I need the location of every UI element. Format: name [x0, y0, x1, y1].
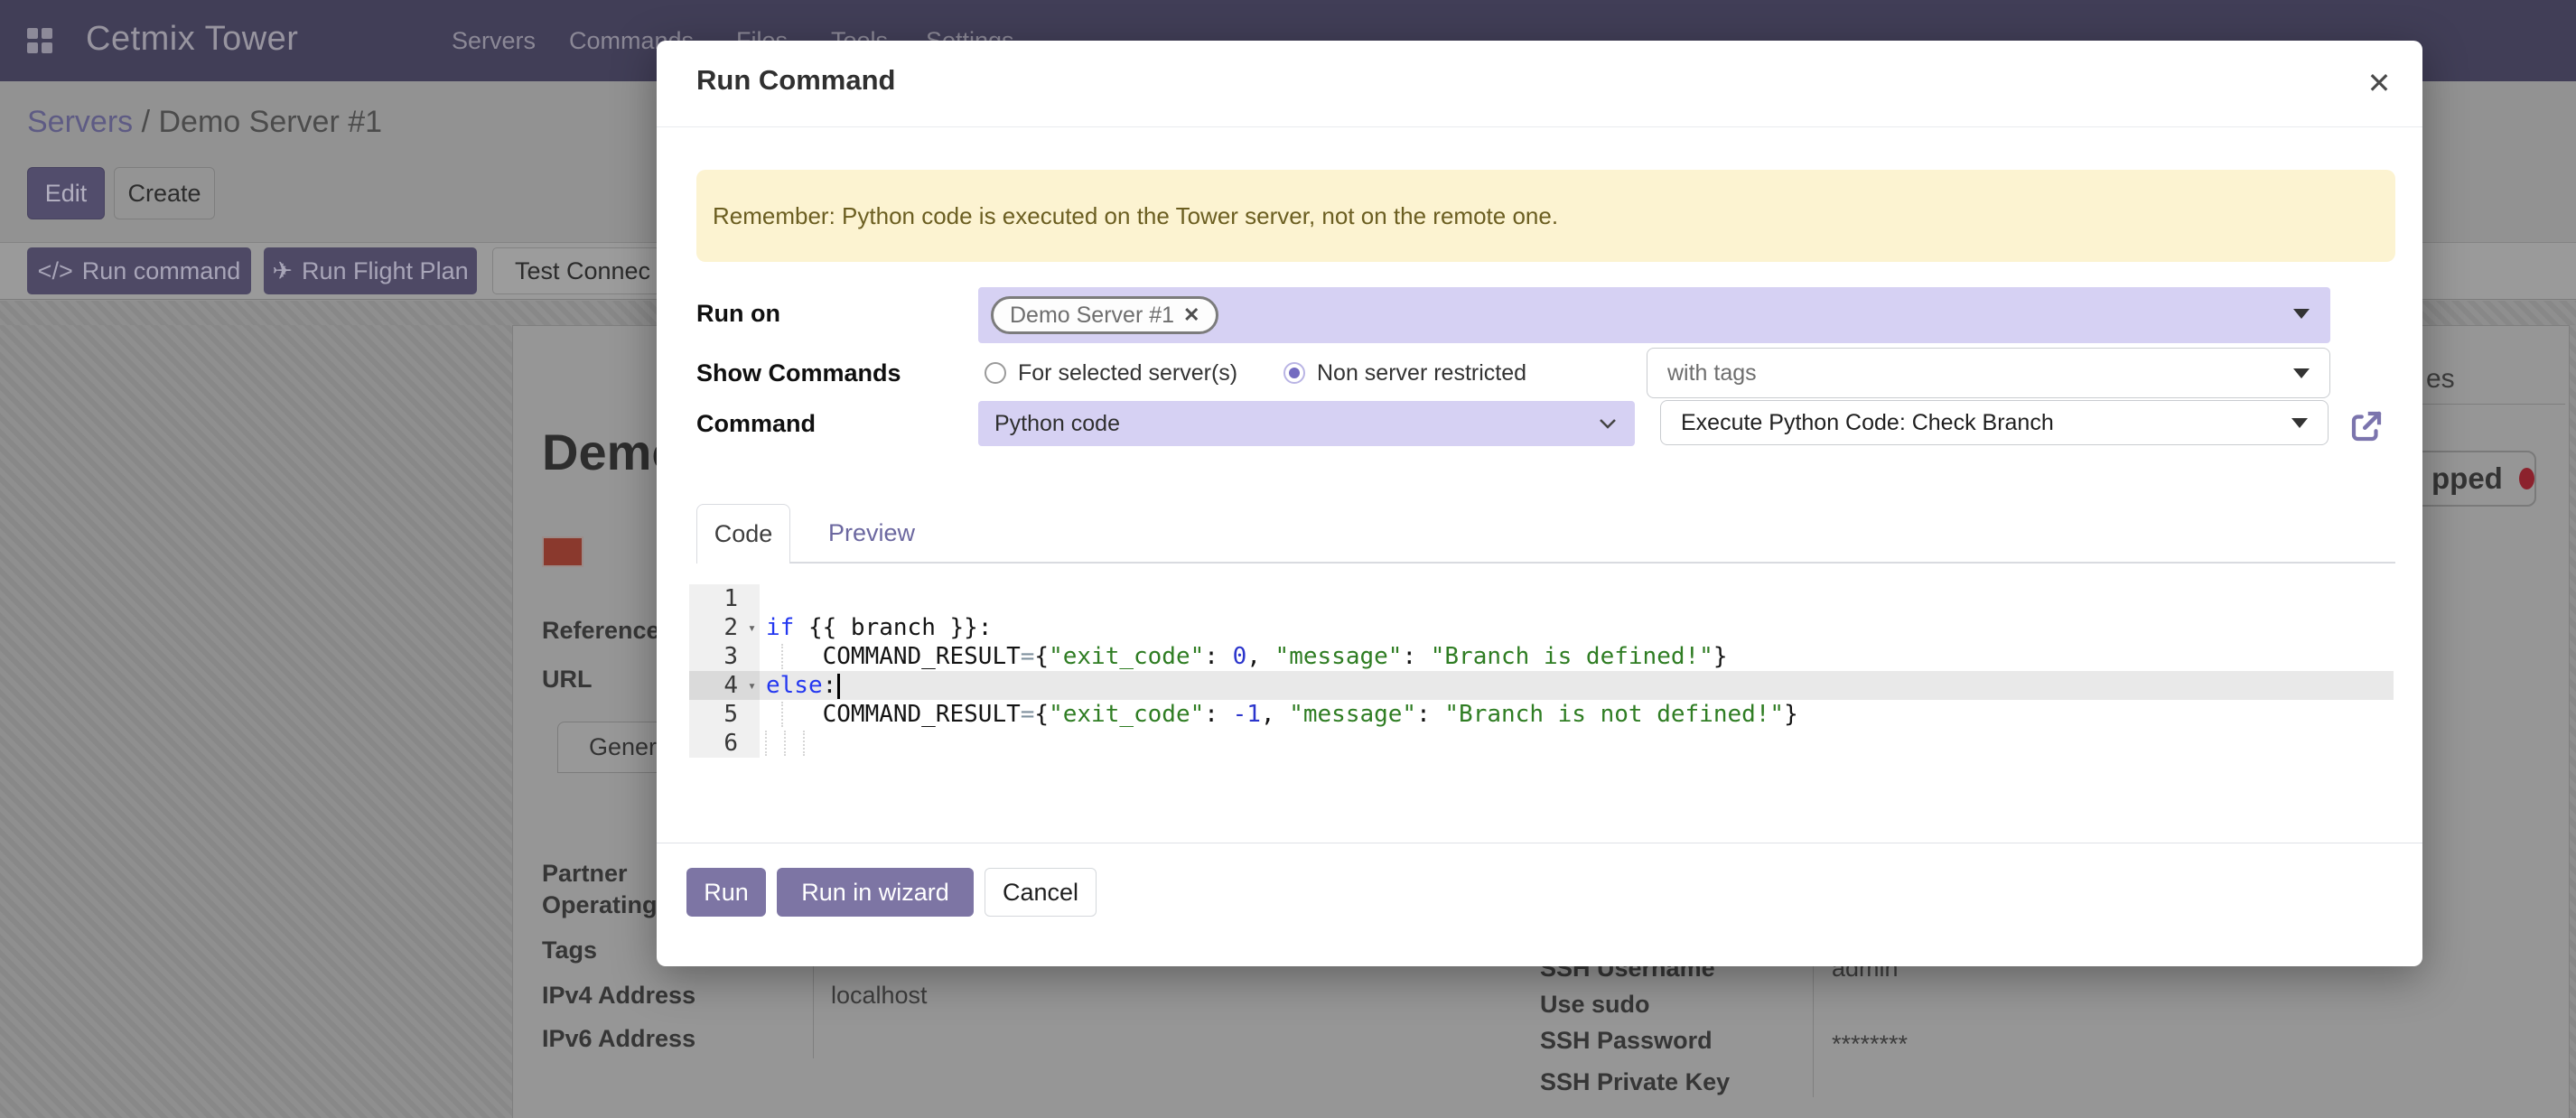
run-on-label: Run on	[696, 299, 780, 328]
edit-button[interactable]: Edit	[27, 167, 105, 219]
code-line-content: COMMAND_RESULT={"exit_code": 0, "message…	[760, 642, 2394, 671]
code-line-content: if {{ branch }}:	[760, 613, 2394, 642]
ipv6-label: IPv6 Address	[542, 1024, 695, 1053]
app-brand: Cetmix Tower	[86, 20, 298, 59]
command-type-select[interactable]: Python code	[978, 401, 1635, 446]
editor-line-5[interactable]: 5 COMMAND_RESULT={"exit_code": -1, "mess…	[689, 700, 2394, 729]
editor-line-6[interactable]: 6	[689, 729, 2394, 758]
url-label: URL	[542, 665, 593, 694]
line-number: 6	[689, 729, 760, 758]
with-tags-dropdown[interactable]: with tags	[1647, 348, 2330, 398]
run-flight-plan-button[interactable]: ✈ Run Flight Plan	[264, 247, 477, 294]
tab-bar-divider	[696, 562, 2395, 564]
editor-line-4[interactable]: 4▾else:	[689, 671, 2394, 700]
breadcrumb-current: Demo Server #1	[159, 105, 383, 139]
use-sudo-label: Use sudo	[1540, 990, 1650, 1019]
text-cursor	[837, 674, 840, 699]
indent-guide	[781, 644, 783, 669]
line-number: 4▾	[689, 671, 760, 700]
editor-line-1[interactable]: 1	[689, 584, 2394, 613]
tag-remove-icon[interactable]: ✕	[1183, 303, 1199, 327]
run-on-multiselect[interactable]: Demo Server #1 ✕	[978, 287, 2330, 343]
editor-line-2[interactable]: 2▾if {{ branch }}:	[689, 613, 2394, 642]
indent-guide	[765, 731, 767, 756]
command-caret-icon	[2291, 418, 2308, 428]
breadcrumb-servers-link[interactable]: Servers	[27, 105, 133, 139]
editor-line-3[interactable]: 3 COMMAND_RESULT={"exit_code": 0, "messa…	[689, 642, 2394, 671]
tags-label: Tags	[542, 936, 597, 964]
show-commands-label: Show Commands	[696, 359, 901, 387]
radio-for-selected-servers[interactable]	[985, 362, 1006, 384]
code-icon: </>	[38, 257, 73, 285]
page-hatch-left	[0, 325, 512, 1118]
ssh-password-label: SSH Password	[1540, 1026, 1713, 1055]
ssh-password-value: ********	[1832, 1029, 1908, 1058]
run-command-button[interactable]: </> Run command	[27, 247, 251, 294]
radio-non-server-restricted[interactable]	[1283, 362, 1305, 384]
reference-label: Reference	[542, 616, 660, 645]
modal-title: Run Command	[696, 64, 895, 97]
nav-item-servers[interactable]: Servers	[452, 27, 536, 55]
command-select[interactable]: Execute Python Code: Check Branch	[1660, 400, 2329, 445]
command-type-value: Python code	[994, 411, 1120, 437]
command-select-value: Execute Python Code: Check Branch	[1681, 410, 2054, 436]
ipv4-value: localhost	[831, 981, 928, 1010]
run-command-modal: Run Command ✕ Remember: Python code is e…	[657, 41, 2422, 966]
with-tags-caret-icon	[2293, 368, 2310, 378]
breadcrumb-separator: /	[142, 105, 150, 139]
external-link-icon[interactable]	[2347, 407, 2385, 445]
plane-icon: ✈	[272, 257, 293, 285]
sheet-top-divider	[2422, 404, 2565, 405]
run-on-caret-icon[interactable]	[2293, 309, 2310, 319]
fold-arrow-icon[interactable]: ▾	[748, 613, 756, 642]
chevron-down-icon	[1597, 416, 1619, 431]
breadcrumb: Servers / Demo Server #1	[27, 105, 382, 140]
cancel-button[interactable]: Cancel	[985, 868, 1097, 917]
server-tag[interactable]: Demo Server #1 ✕	[991, 296, 1218, 334]
status-label: pped	[2431, 461, 2503, 496]
line-number: 2▾	[689, 613, 760, 642]
partner-label: Partner	[542, 859, 628, 888]
radio-for-selected-servers-label[interactable]: For selected server(s)	[1018, 359, 1237, 387]
run-button[interactable]: Run	[686, 868, 766, 917]
operating-system-label: Operating	[542, 890, 658, 919]
tab-code[interactable]: Code	[696, 504, 790, 564]
close-icon[interactable]: ✕	[2358, 62, 2400, 104]
run-command-label: Run command	[82, 257, 241, 285]
indent-guide	[784, 731, 786, 756]
code-editor[interactable]: 12▾if {{ branch }}:3 COMMAND_RESULT={"ex…	[689, 584, 2394, 758]
ssh-private-key-label: SSH Private Key	[1540, 1067, 1730, 1096]
line-number: 3	[689, 642, 760, 671]
status-stopped-dot	[2519, 468, 2534, 489]
code-line-content	[760, 729, 2394, 758]
test-connection-button[interactable]: Test Connec	[492, 247, 673, 294]
create-button[interactable]: Create	[114, 167, 215, 219]
run-flight-plan-label: Run Flight Plan	[302, 257, 469, 285]
radio-non-server-restricted-label[interactable]: Non server restricted	[1317, 359, 1526, 387]
stat-button-text[interactable]: es	[2426, 365, 2455, 394]
with-tags-placeholder: with tags	[1667, 360, 1757, 387]
line-number: 5	[689, 700, 760, 729]
server-tag-label: Demo Server #1	[1010, 303, 1174, 329]
server-color-swatch[interactable]	[542, 536, 583, 567]
line-number: 1	[689, 584, 760, 613]
tab-preview[interactable]: Preview	[812, 504, 931, 562]
code-line-content: COMMAND_RESULT={"exit_code": -1, "messag…	[760, 700, 2394, 729]
modal-header-divider	[657, 126, 2422, 127]
code-line-content: else:	[760, 671, 2394, 700]
command-label: Command	[696, 409, 816, 438]
code-line-content	[760, 584, 2394, 613]
fold-arrow-icon[interactable]: ▾	[748, 671, 756, 700]
indent-guide	[803, 731, 805, 756]
column-divider-left	[813, 957, 814, 1058]
run-in-wizard-button[interactable]: Run in wizard	[777, 868, 974, 917]
apps-menu-icon[interactable]	[27, 28, 52, 53]
column-divider-right	[1813, 957, 1814, 1097]
ipv4-label: IPv4 Address	[542, 981, 695, 1010]
indent-guide	[781, 702, 783, 727]
python-warning-alert: Remember: Python code is executed on the…	[696, 170, 2395, 262]
